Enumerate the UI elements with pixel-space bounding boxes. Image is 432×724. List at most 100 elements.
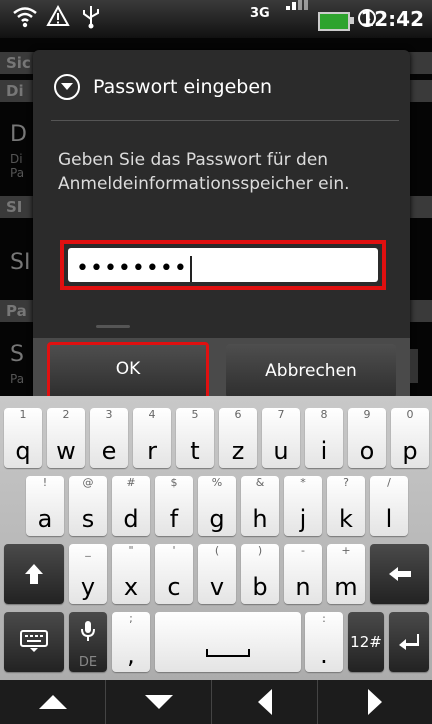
key-label: x: [123, 573, 139, 601]
key-alt-label: 2: [62, 408, 70, 421]
arrow-down-icon: [144, 695, 173, 709]
password-value: ••••••••: [76, 256, 188, 281]
usb-icon: [80, 4, 102, 39]
keyboard-switch-key[interactable]: [4, 612, 64, 672]
key-label: p: [402, 437, 418, 465]
key-label: d: [123, 505, 139, 533]
key-label: z: [231, 437, 245, 465]
key-x[interactable]: " x: [112, 544, 150, 604]
key-alt-label: +: [341, 544, 351, 557]
symbols-key[interactable]: 12#: [348, 612, 384, 672]
key-label: j: [299, 505, 307, 533]
key-alt-label: _: [85, 544, 91, 557]
ok-button[interactable]: OK: [47, 342, 209, 396]
password-dialog: Passwort eingeben Geben Sie das Passwort…: [33, 50, 410, 396]
key-label: s: [81, 505, 95, 533]
key-alt-label: 4: [148, 408, 156, 421]
key-alt-label: 6: [234, 408, 242, 421]
key-s[interactable]: @ s: [69, 476, 107, 536]
key-f[interactable]: $ f: [155, 476, 193, 536]
key-label: b: [252, 573, 268, 601]
cursor-right-button[interactable]: [318, 680, 432, 724]
cancel-button[interactable]: Abbrechen: [226, 344, 396, 396]
scroll-indicator: [96, 325, 130, 328]
key-e[interactable]: 3e: [90, 408, 128, 468]
key-label: f: [169, 505, 179, 533]
key-label: v: [209, 573, 225, 601]
key-alt-label: !: [42, 476, 48, 489]
key-alt-label: /: [387, 476, 391, 489]
key-z[interactable]: 6z: [219, 408, 257, 468]
key-q[interactable]: 1q: [4, 408, 42, 468]
key-p[interactable]: 0p: [391, 408, 429, 468]
key-label: c: [167, 573, 181, 601]
key-alt-label: ": [128, 544, 134, 557]
network-type-label: 3G: [250, 6, 270, 21]
wifi-icon: [12, 4, 38, 39]
language-label: DE: [78, 655, 98, 670]
key-m[interactable]: + m: [327, 544, 365, 604]
cursor-left-button[interactable]: [212, 680, 318, 724]
key-v[interactable]: (v: [198, 544, 236, 604]
cursor-down-button[interactable]: [106, 680, 212, 724]
voice-input-key[interactable]: DE: [69, 612, 107, 672]
key-label: t: [190, 437, 200, 465]
arrow-right-icon: [368, 689, 382, 715]
key-label: r: [147, 437, 157, 465]
key-g[interactable]: % g: [198, 476, 236, 536]
key-c[interactable]: ' c: [155, 544, 193, 604]
key-l[interactable]: / l: [370, 476, 408, 536]
symbols-label: 12#: [350, 633, 382, 651]
key-label: h: [252, 505, 268, 533]
key-alt-label: (: [214, 544, 220, 557]
key-alt-label: ;: [129, 612, 133, 625]
key-label: o: [359, 437, 375, 465]
space-key[interactable]: [155, 612, 301, 672]
dialog-title: Passwort eingeben: [93, 76, 273, 98]
background-button-edge: [410, 349, 418, 383]
key-alt-label: 3: [105, 408, 113, 421]
shift-key[interactable]: [4, 544, 64, 604]
key-a[interactable]: ! a: [26, 476, 64, 536]
key-label: l: [385, 505, 393, 533]
text-caret: [189, 256, 192, 282]
key-alt-label: -: [301, 544, 305, 557]
key-label: u: [273, 437, 289, 465]
key-u[interactable]: 7u: [262, 408, 300, 468]
warning-icon: [46, 4, 70, 37]
key-t[interactable]: 5t: [176, 408, 214, 468]
arrow-left-icon: [257, 689, 272, 715]
key-n[interactable]: -n: [284, 544, 322, 604]
key-r[interactable]: 4r: [133, 408, 171, 468]
key-label: e: [101, 437, 117, 465]
password-field-highlight: ••••••••: [60, 240, 386, 290]
key-k[interactable]: ? k: [327, 476, 365, 536]
key-alt-label: $: [170, 476, 178, 489]
password-input[interactable]: ••••••••: [68, 248, 378, 282]
key-alt-label: ': [172, 544, 176, 557]
dialog-header: Passwort eingeben: [33, 50, 410, 120]
key-d[interactable]: # d: [112, 476, 150, 536]
key-alt-label: *: [300, 476, 306, 489]
key-j[interactable]: * j: [284, 476, 322, 536]
arrow-up-icon: [38, 695, 67, 709]
backspace-key[interactable]: [370, 544, 429, 604]
dialog-button-bar: OK Abbrechen: [33, 338, 410, 396]
key-alt-label: 8: [320, 408, 328, 421]
key-alt-label: ): [257, 544, 263, 557]
keyboard-icon: [4, 612, 64, 672]
key-alt-label: %: [211, 476, 223, 489]
key-label: ,: [127, 641, 135, 669]
key-period[interactable]: :.: [305, 612, 343, 672]
key-i[interactable]: 8i: [305, 408, 343, 468]
key-b[interactable]: ) b: [241, 544, 279, 604]
key-comma[interactable]: ;,: [112, 612, 150, 672]
key-y[interactable]: _ y: [69, 544, 107, 604]
key-o[interactable]: 9o: [348, 408, 386, 468]
key-h[interactable]: & h: [241, 476, 279, 536]
clock: 12:42: [360, 7, 424, 31]
battery-charging-icon: [318, 12, 354, 31]
key-w[interactable]: 2w: [47, 408, 85, 468]
enter-key[interactable]: [389, 612, 429, 672]
cursor-up-button[interactable]: [0, 680, 106, 724]
